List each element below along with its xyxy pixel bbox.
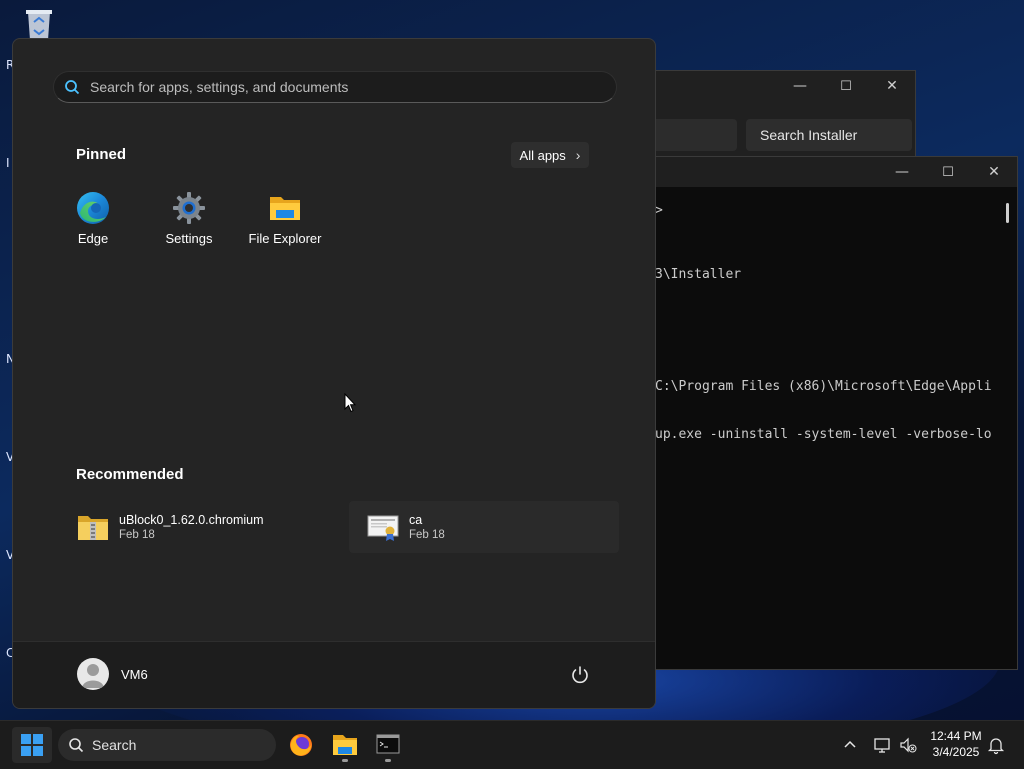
taskbar-app-file-explorer[interactable] [325,727,365,763]
running-indicator [385,759,391,762]
volume-muted-icon[interactable] [898,735,918,755]
console-line: up.exe -uninstall -system-level -verbose… [655,427,992,442]
notification-bell-icon[interactable] [986,735,1006,755]
start-menu: Search for apps, settings, and documents… [12,38,656,709]
console-titlebar[interactable]: — ☐ ✕ [601,157,1017,187]
console-line: C:\Program Files (x86)\Microsoft\Edge\Ap… [655,379,992,394]
file-explorer-icon [333,735,357,755]
user-icon [82,664,104,688]
search-installer-label: Search Installer [760,127,858,143]
taskbar: Search 12:44 PM 3/4/2025 [0,720,1024,769]
pinned-app-settings[interactable]: Settings [141,187,237,257]
recommended-item-name: uBlock0_1.62.0.chromium [119,513,264,527]
search-installer-input[interactable]: Search Installer [746,119,912,151]
pinned-app-label: Edge [77,231,109,246]
power-icon [572,666,588,684]
clock[interactable]: 12:44 PM 3/4/2025 [922,728,990,760]
chevron-up-icon [844,740,856,748]
start-search-input[interactable]: Search for apps, settings, and documents [53,71,617,103]
recommended-item-name: ca [409,513,423,527]
taskbar-app-terminal[interactable] [368,727,408,763]
gear-icon [172,191,206,225]
pinned-app-file-explorer[interactable]: File Explorer [237,187,333,257]
windows-logo-icon [21,734,43,756]
start-footer: VM6 [13,641,655,708]
edge-icon [76,191,110,225]
console-output[interactable]: > 3\Installer C:\Program Files (x86)\Mic… [655,197,999,669]
recycle-bin-icon[interactable] [20,8,58,42]
taskbar-search-box[interactable]: Search [58,729,276,761]
avatar[interactable] [77,658,109,690]
console-line: 3\Installer [655,267,742,282]
folder-icon [268,191,302,225]
minimize-button[interactable]: — [777,71,823,101]
search-placeholder: Search for apps, settings, and documents [90,79,349,95]
power-button[interactable] [569,664,591,686]
search-icon [69,738,84,753]
recommended-item-date: Feb 18 [119,529,155,541]
recommended-item[interactable]: uBlock0_1.62.0.chromium Feb 18 [59,501,323,553]
minimize-button[interactable]: — [879,157,925,187]
clock-date: 3/4/2025 [932,745,980,759]
taskbar-app-firefox[interactable] [281,727,321,763]
scrollbar-thumb[interactable] [1006,203,1009,223]
search-icon [65,80,80,95]
desktop-label-fragment: I [6,156,10,170]
start-button[interactable] [12,727,52,763]
running-indicator [342,759,348,762]
user-name[interactable]: VM6 [121,667,148,682]
mouse-cursor-icon [344,392,357,413]
maximize-button[interactable]: ☐ [925,157,971,187]
network-icon[interactable] [872,735,892,755]
firefox-icon [290,734,312,756]
all-apps-button[interactable]: All apps › [511,142,589,168]
zip-folder-icon [77,513,109,543]
console-line: > [655,203,663,218]
pinned-app-edge[interactable]: Edge [45,187,141,257]
maximize-button[interactable]: ☐ [823,71,869,101]
console-window: — ☐ ✕ > 3\Installer C:\Program Files (x8… [600,156,1018,670]
chevron-right-icon: › [575,147,581,163]
show-hidden-icons-button[interactable] [840,735,860,755]
terminal-icon [376,734,400,754]
pinned-app-label: File Explorer [248,231,322,246]
taskbar-search-label: Search [92,737,137,753]
pinned-app-label: Settings [165,231,213,246]
close-button[interactable]: ✕ [869,71,915,101]
pinned-heading: Pinned [76,146,127,163]
close-button[interactable]: ✕ [971,157,1017,187]
certificate-icon [367,513,399,543]
all-apps-label: All apps [519,147,566,163]
recommended-item-date: Feb 18 [409,529,445,541]
clock-time: 12:44 PM [930,729,982,743]
recommended-heading: Recommended [76,466,184,483]
recommended-item[interactable]: ca Feb 18 [349,501,619,553]
